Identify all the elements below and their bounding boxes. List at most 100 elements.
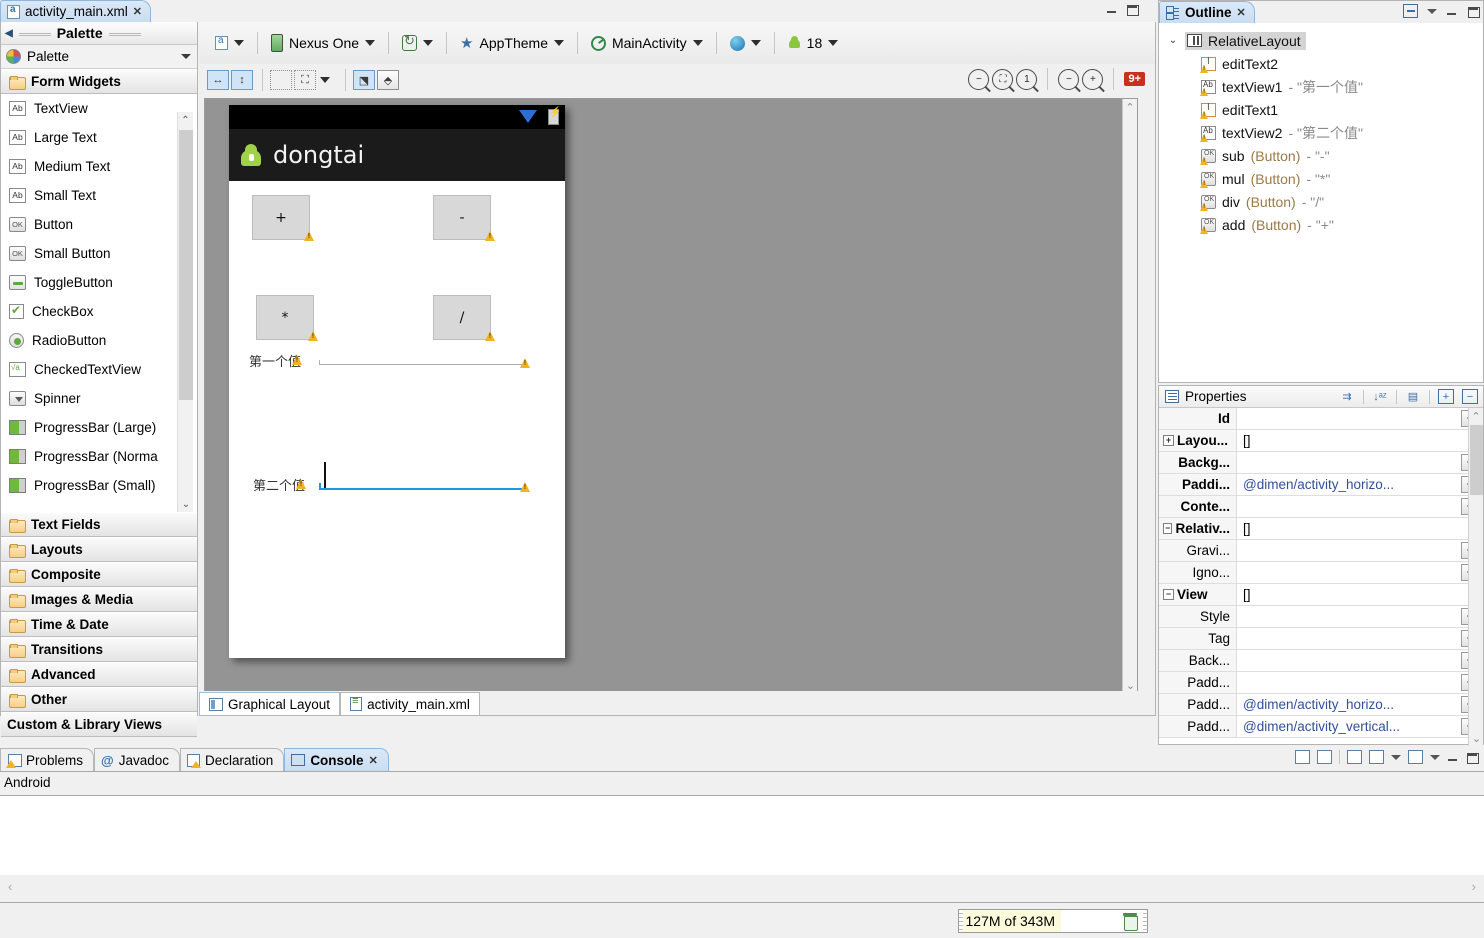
scrollbar-thumb[interactable] [179,130,193,400]
toggle-fill-width-button[interactable]: ↔ [207,70,229,90]
property-row-content-description[interactable]: Conte... ⋯ [1159,496,1483,518]
activity-selector[interactable]: MainActivity [585,32,709,54]
property-row-ignore-gravity[interactable]: Igno... ⋯ [1159,562,1483,584]
palette-category-text-fields[interactable]: Text Fields [1,512,197,537]
tab-activity-main-xml[interactable]: activity_main.xml [340,692,480,715]
collapse-icon[interactable]: − [1163,523,1173,534]
heap-status-indicator[interactable]: 127M of 343M [958,909,1148,933]
tab-graphical-layout[interactable]: Graphical Layout [199,692,341,715]
close-icon[interactable]: ✕ [133,5,142,18]
property-value[interactable]: @dimen/activity_horizo... [1237,474,1459,495]
sort-alpha-icon[interactable]: ↓ᵃᶻ [1372,389,1388,404]
console-horizontal-scrollbar[interactable]: ‹ › [0,875,1484,897]
property-row-padding-left[interactable]: Padd... @dimen/activity_horizo... ⋯ [1159,694,1483,716]
open-console-icon[interactable] [1408,750,1423,764]
scrollbar-thumb[interactable] [1470,425,1483,495]
properties-table[interactable]: Id ⋯ +Layou... [] Backg... ⋯ Paddi... @d… [1159,408,1483,746]
property-row-background[interactable]: Backg... ⋯ [1159,452,1483,474]
close-icon[interactable]: ✕ [369,754,378,767]
maximize-icon[interactable] [1466,752,1479,764]
zoom-out-icon[interactable]: − [1058,68,1080,90]
property-value[interactable] [1237,606,1459,627]
collapse-all-icon[interactable] [1403,4,1418,18]
config-chooser-button[interactable] [209,33,250,53]
display-selected-console-icon[interactable] [1369,750,1384,764]
theme-selector[interactable]: ★ AppTheme [454,31,570,55]
expand-icon[interactable]: + [1163,435,1174,446]
chevron-down-icon[interactable] [423,40,434,46]
preview-button-div[interactable]: / [433,295,491,340]
expand-all-icon[interactable]: + [1438,389,1454,404]
scroll-right-icon[interactable]: › [1472,879,1476,894]
editor-tab-activity-main-xml[interactable]: activity_main.xml ✕ [0,0,151,22]
property-value[interactable]: @dimen/activity_vertical... [1237,716,1459,737]
preview-edittext1-selected[interactable] [319,483,524,490]
scroll-down-icon[interactable]: ⌄ [178,496,194,512]
default-properties-icon[interactable]: ▤ [1405,389,1421,404]
outline-tab[interactable]: Outline ✕ [1159,1,1255,23]
maximize-icon[interactable] [1126,4,1139,16]
outline-node-edittext2[interactable]: editText2 [1167,52,1483,75]
outline-node-add[interactable]: add (Button) - "+" [1167,213,1483,236]
chevron-down-icon[interactable] [320,77,330,83]
console-output[interactable] [0,795,1484,875]
tab-declaration[interactable]: Declaration [180,748,285,771]
chevron-down-icon[interactable] [828,40,839,46]
property-row-gravity[interactable]: Gravi... ⋯ [1159,540,1483,562]
palette-item-progressbar-normal[interactable]: ProgressBar (Norma [1,442,197,471]
outline-node-textview1[interactable]: textView1 - "第一个值" [1167,75,1483,98]
palette-item-medium-text[interactable]: Medium Text [1,152,197,181]
chevron-down-icon[interactable] [365,40,376,46]
property-value[interactable]: @dimen/activity_horizo... [1237,694,1459,715]
palette-item-progressbar-small[interactable]: ProgressBar (Small) [1,471,197,500]
trash-icon[interactable] [1123,913,1138,931]
palette-item-button[interactable]: Button [1,210,197,239]
palette-category-transitions[interactable]: Transitions [1,637,197,662]
palette-item-togglebutton[interactable]: ToggleButton [1,268,197,297]
locale-selector[interactable] [724,33,767,54]
palette-category-other[interactable]: Other [1,687,197,712]
palette-item-textview[interactable]: TextView [1,94,197,123]
palette-item-spinner[interactable]: Spinner [1,384,197,413]
scroll-up-icon[interactable]: ⌃ [1123,99,1137,115]
property-row-padding-view[interactable]: Padd... ⋯ [1159,672,1483,694]
palette-category-advanced[interactable]: Advanced [1,662,197,687]
console-menu-icon[interactable] [1391,754,1401,760]
property-value[interactable] [1237,650,1459,671]
maximize-icon[interactable] [1467,6,1480,18]
zoom-100-icon[interactable]: 1 [1016,68,1038,90]
palette-category-composite[interactable]: Composite [1,562,197,587]
canvas-vertical-scrollbar[interactable]: ⌃ ⌄ [1122,99,1137,693]
preview-edittext2[interactable] [319,360,524,365]
collapse-left-icon[interactable]: ◀ [5,28,13,39]
palette-category-layouts[interactable]: Layouts [1,537,197,562]
preview-button-sub[interactable]: - [433,195,491,240]
palette-widget-list[interactable]: TextView Large Text Medium Text Small Te… [1,94,197,512]
property-value[interactable] [1237,408,1459,429]
palette-item-radiobutton[interactable]: RadioButton [1,326,197,355]
scroll-lock-icon[interactable] [1317,750,1332,764]
toggle-fill-height-button[interactable]: ↕ [231,70,253,90]
property-row-background-view[interactable]: Back... ⋯ [1159,650,1483,672]
property-value[interactable] [1237,672,1459,693]
tab-console[interactable]: Console ✕ [284,748,389,771]
palette-group-form-widgets[interactable]: Form Widgets [1,69,197,94]
preview-button-add[interactable]: + [252,195,310,240]
scroll-down-icon[interactable]: ⌄ [1469,730,1484,746]
outline-node-sub[interactable]: sub (Button) - "-" [1167,144,1483,167]
scroll-up-icon[interactable]: ⌃ [178,112,193,128]
open-console-menu-icon[interactable] [1430,754,1440,760]
property-value[interactable] [1237,452,1459,473]
zoom-fit-icon[interactable]: ⛶ [992,68,1014,90]
layout-canvas[interactable]: dongtai + - * [204,98,1138,708]
chevron-down-icon[interactable] [553,40,564,46]
property-value[interactable] [1237,562,1459,583]
property-row-padding-top[interactable]: Padd... @dimen/activity_vertical... ⋯ [1159,716,1483,738]
minimize-icon[interactable] [1447,752,1459,763]
collapse-all-icon[interactable]: − [1462,389,1478,404]
palette-item-checkedtextview[interactable]: CheckedTextView [1,355,197,384]
zoom-in-icon[interactable]: + [1082,68,1104,90]
palette-category-images-media[interactable]: Images & Media [1,587,197,612]
palette-item-small-text[interactable]: Small Text [1,181,197,210]
palette-item-checkbox[interactable]: CheckBox [1,297,197,326]
